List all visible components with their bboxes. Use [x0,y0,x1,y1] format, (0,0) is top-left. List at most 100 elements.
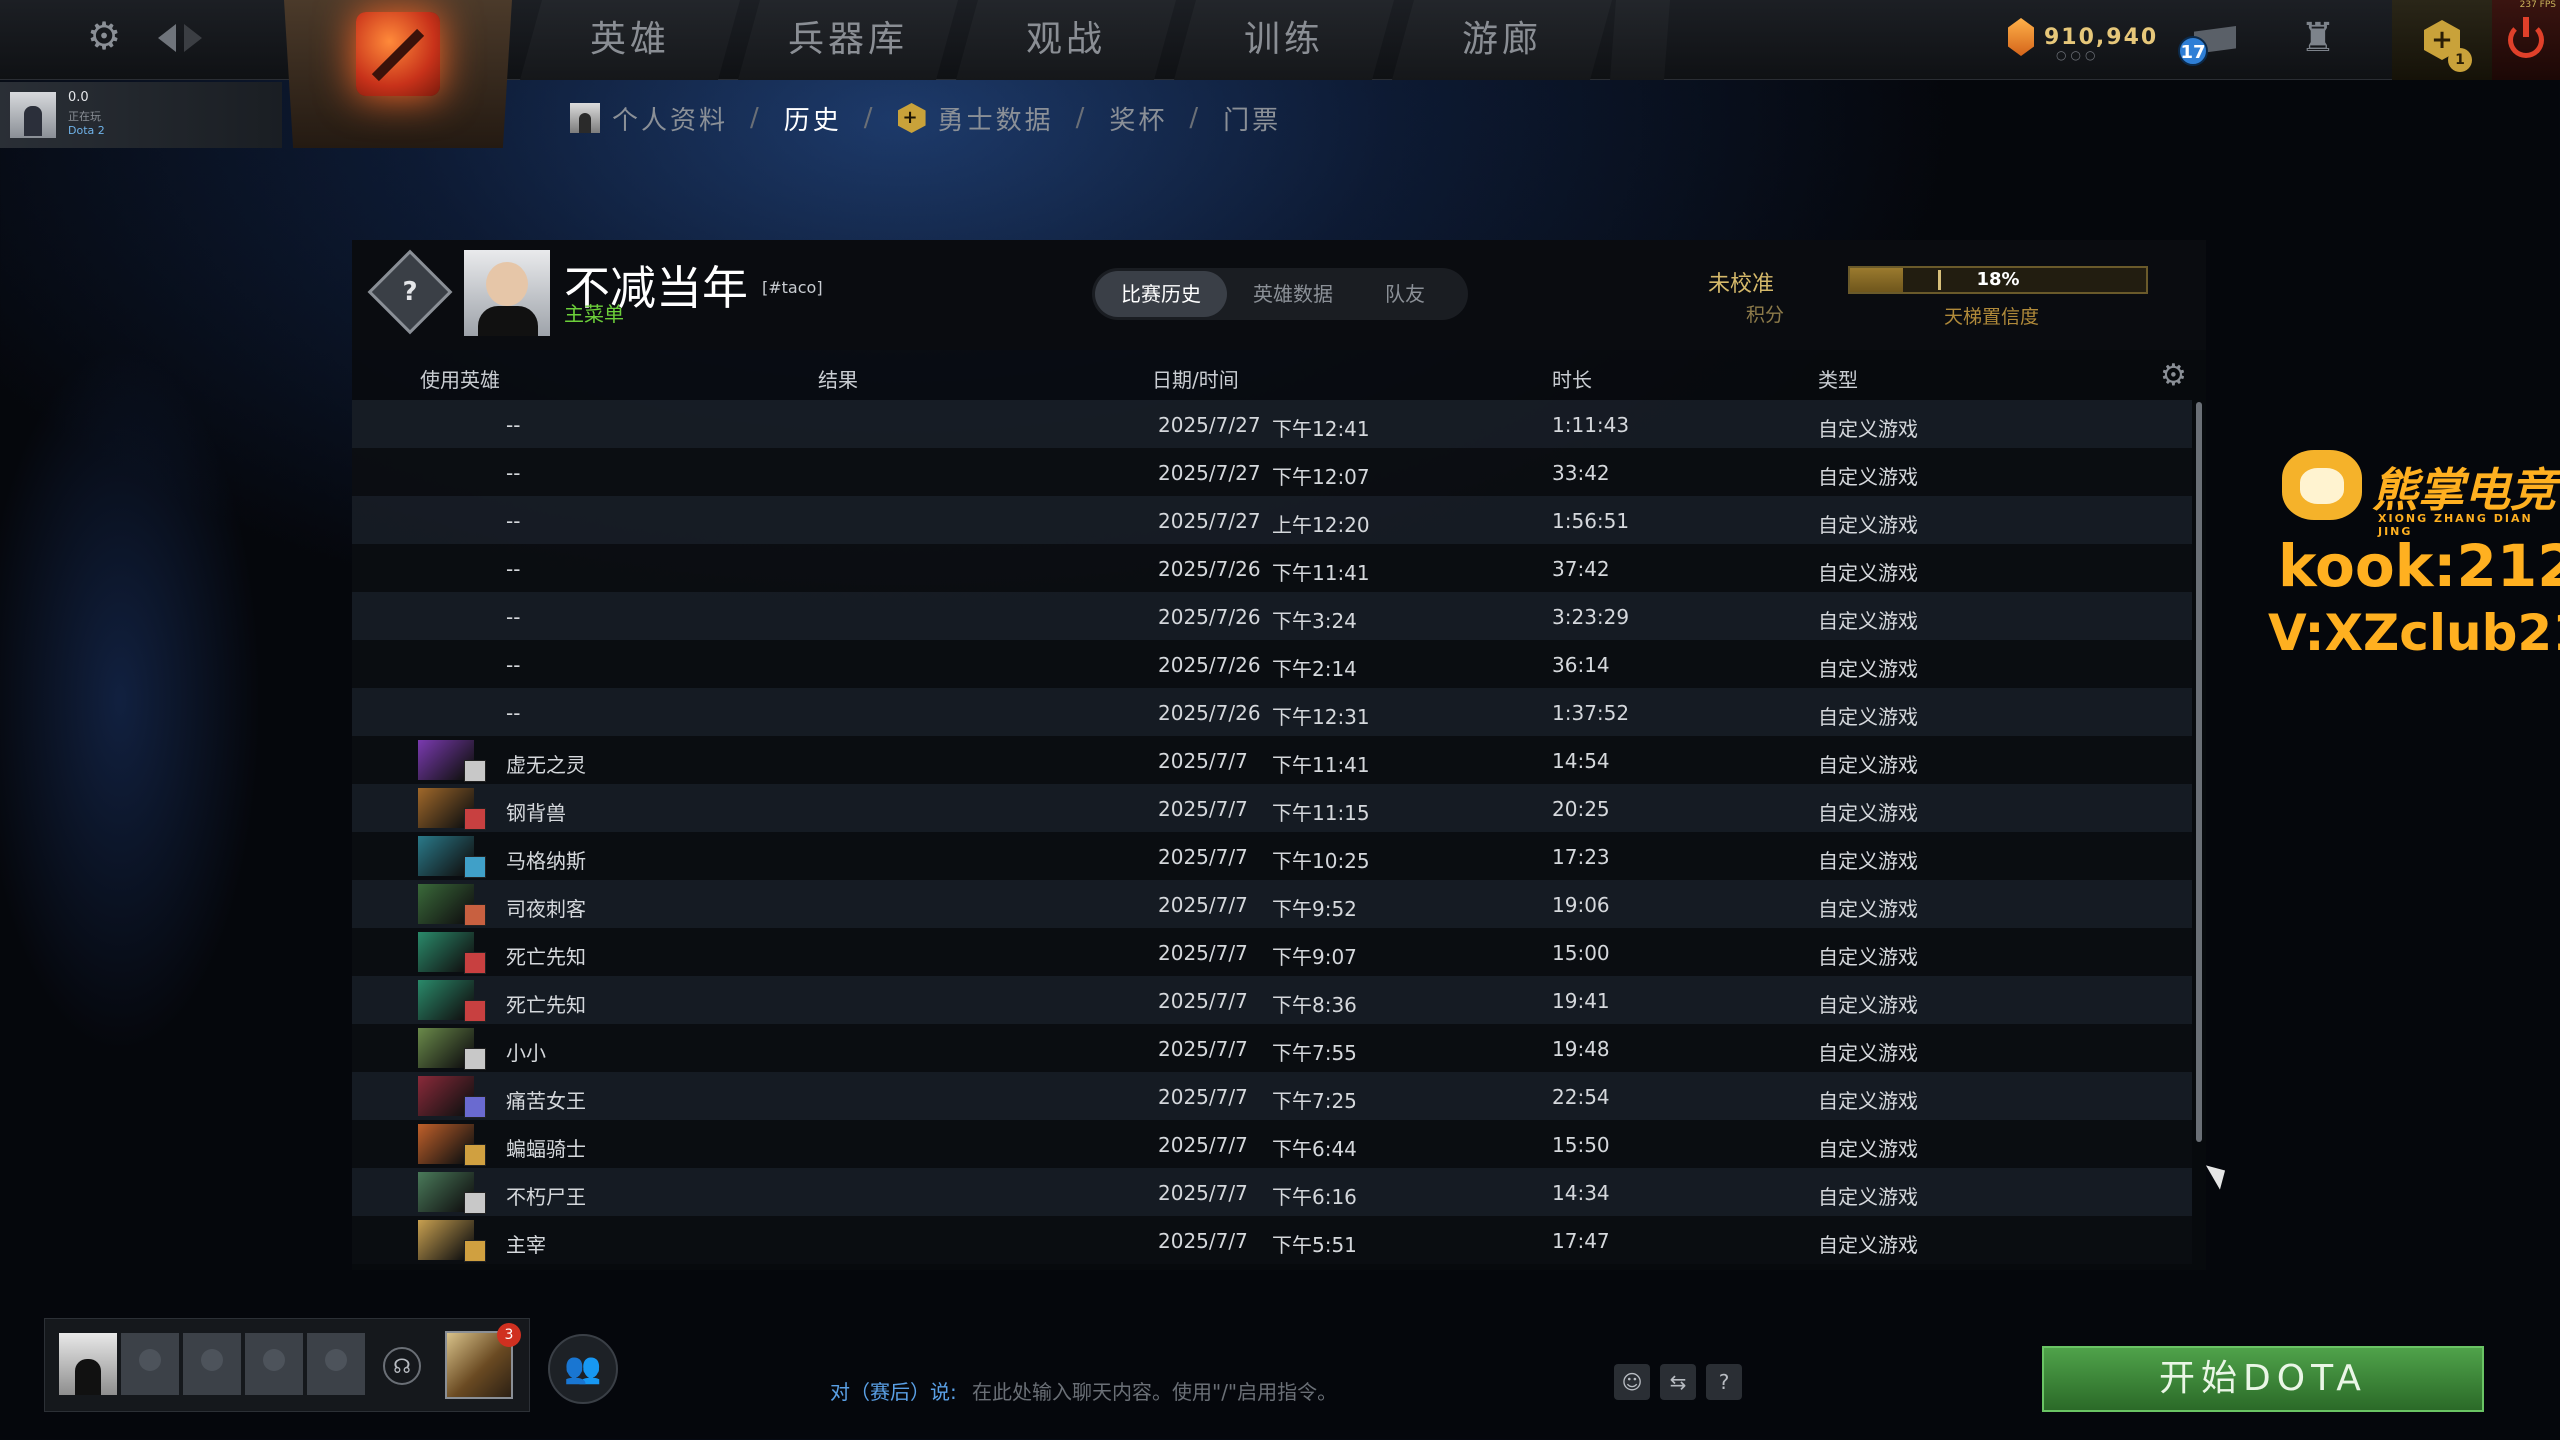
table-row[interactable]: -- 2025/7/26 下午12:31 1:37:52 自定义游戏 [352,688,2192,736]
match-history-panel: ? 不减当年 [#taco] 主菜单 比赛历史 英雄数据 队友 未校准 积分 1… [352,240,2206,1270]
hero-portrait-icon [418,980,486,1022]
chat-channel-label[interactable]: 对（赛后）说: [830,1376,957,1405]
user-panel[interactable]: 0.0 正在玩 Dota 2 [0,82,282,148]
ladder-confidence-value: 18% [1976,269,2020,290]
header-type[interactable]: 类型 [1818,364,1858,393]
party-slot-empty[interactable] [121,1333,179,1395]
emoji-icon[interactable]: ☺ [1614,1364,1650,1400]
nav-tab-learn[interactable]: 训练 [1174,0,1394,80]
header-result[interactable]: 结果 [818,364,858,393]
power-button[interactable] [2492,0,2560,80]
match-time: 下午7:25 [1272,1089,1357,1113]
dota-logo-button[interactable] [284,0,512,148]
hero-role-icon [464,952,486,974]
match-time: 下午10:25 [1272,849,1370,873]
subnav-tickets[interactable]: 门票 [1223,100,1281,137]
shards-counter[interactable]: 910,940 ○○○ [2008,18,2158,62]
table-row[interactable]: -- 2025/7/27 上午12:20 1:56:51 自定义游戏 [352,496,2192,544]
table-row[interactable]: 痛苦女王 2025/7/7 下午7:25 22:54 自定义游戏 [352,1072,2192,1120]
table-row[interactable]: 死亡先知 2025/7/7 下午8:36 19:41 自定义游戏 [352,976,2192,1024]
match-type: 自定义游戏 [1818,1185,1918,1209]
friends-list-icon[interactable]: 👥 [548,1334,618,1404]
nav-tab-heroes[interactable]: 英雄 [520,0,740,80]
dota-plus-button[interactable]: + 1 [2392,0,2492,80]
table-row[interactable]: 马格纳斯 2025/7/7 下午10:25 17:23 自定义游戏 [352,832,2192,880]
empty-slot-icon [201,1349,223,1371]
chat-wheel-icon[interactable]: ⇆ [1660,1364,1696,1400]
tab-teammates[interactable]: 队友 [1359,271,1451,317]
hero-name: 虚无之灵 [506,753,586,777]
scrollbar[interactable] [2196,402,2202,1142]
shard-dots: ○○○ [2056,48,2100,62]
table-row[interactable]: 主宰 2025/7/7 下午5:51 17:47 自定义游戏 [352,1216,2192,1264]
mail-count-badge: 17 [2178,36,2208,66]
settings-gear-icon[interactable]: ⚙ [84,16,124,56]
chat-bar[interactable]: 对（赛后）说: 在此处输入聊天内容。使用"/"启用指令。 [820,1366,1740,1410]
match-duration: 15:00 [1552,941,1610,965]
nav-tab-armory[interactable]: 兵器库 [738,0,958,80]
hero-name: -- [506,605,521,629]
voice-headset-icon[interactable]: ☊ [383,1347,421,1385]
party-slot-empty[interactable] [307,1333,365,1395]
back-arrow-icon[interactable] [158,24,176,52]
hero-role-icon [464,856,486,878]
table-row[interactable]: -- 2025/7/27 下午12:41 1:11:43 自定义游戏 [352,400,2192,448]
nav-tab-watch[interactable]: 观战 [956,0,1176,80]
subnav-profile[interactable]: 个人资料 [570,100,728,137]
table-row[interactable]: 蝙蝠骑士 2025/7/7 下午6:44 15:50 自定义游戏 [352,1120,2192,1168]
table-row[interactable]: -- 2025/7/27 下午12:07 33:42 自定义游戏 [352,448,2192,496]
match-type: 自定义游戏 [1818,993,1918,1017]
subnav-history[interactable]: 历史 [784,100,842,137]
table-row[interactable]: 小小 2025/7/7 下午7:55 19:48 自定义游戏 [352,1024,2192,1072]
inventory-icon[interactable]: ♜ [2296,16,2340,60]
match-time: 下午9:07 [1272,945,1357,969]
forward-arrow-icon[interactable] [184,24,202,52]
table-row[interactable]: 死亡先知 2025/7/7 下午9:07 15:00 自定义游戏 [352,928,2192,976]
chat-input[interactable]: 在此处输入聊天内容。使用"/"启用指令。 [972,1376,1337,1405]
match-date: 2025/7/26 [1158,653,1261,677]
rank-medal-icon[interactable]: ? [367,249,453,335]
match-rows: -- 2025/7/27 下午12:41 1:11:43 自定义游戏 -- 2025/7/2… [352,400,2192,1264]
table-row[interactable]: 不朽尸王 2025/7/7 下午6:16 14:34 自定义游戏 [352,1168,2192,1216]
subnav-trophies[interactable]: 奖杯 [1109,100,1167,137]
start-dota-button[interactable]: 开始DOTA [2042,1346,2484,1412]
match-type: 自定义游戏 [1818,417,1918,441]
match-time: 下午11:15 [1272,801,1370,825]
match-time: 上午12:20 [1272,513,1370,537]
hero-name: 不朽尸王 [506,1185,586,1209]
table-row[interactable]: 虚无之灵 2025/7/7 下午11:41 14:54 自定义游戏 [352,736,2192,784]
help-icon[interactable]: ? [1706,1364,1742,1400]
profile-avatar[interactable] [464,250,550,336]
match-time: 下午12:31 [1272,705,1370,729]
tab-hero-stats[interactable]: 英雄数据 [1227,271,1359,317]
hero-role-icon [464,1096,486,1118]
header-hero[interactable]: 使用英雄 [420,364,500,393]
party-slot-empty[interactable] [183,1333,241,1395]
match-duration: 19:48 [1552,1037,1610,1061]
party-slot-self[interactable] [59,1333,117,1395]
header-duration[interactable]: 时长 [1552,364,1592,393]
user-level: 0.0 [68,90,89,105]
tab-match-history[interactable]: 比赛历史 [1095,271,1227,317]
table-row[interactable]: 司夜刺客 2025/7/7 下午9:52 19:06 自定义游戏 [352,880,2192,928]
table-row[interactable]: -- 2025/7/26 下午2:14 36:14 自定义游戏 [352,640,2192,688]
hero-name: -- [506,701,521,725]
table-row[interactable]: -- 2025/7/26 下午3:24 3:23:29 自定义游戏 [352,592,2192,640]
stream-watermark: 熊掌电竞 XIONG ZHANG DIAN JING kook:212 V:XZ… [2268,440,2560,680]
subnav-plus-stats[interactable]: + 勇士数据 [897,100,1054,137]
mail-button[interactable]: 17 [2176,18,2240,66]
table-settings-gear-icon[interactable]: ⚙ [2160,358,2187,393]
mouse-cursor-icon [2205,1158,2233,1190]
party-slot-empty[interactable] [245,1333,303,1395]
table-header: 使用英雄 结果 日期/时间 时长 类型 ⚙ [352,356,2206,396]
table-row[interactable]: -- 2025/7/26 下午11:41 37:42 自定义游戏 [352,544,2192,592]
featured-item-button[interactable]: 3 [445,1323,521,1399]
header-datetime[interactable]: 日期/时间 [1152,364,1239,393]
match-duration: 19:06 [1552,893,1610,917]
match-time: 下午3:24 [1272,609,1357,633]
match-type: 自定义游戏 [1818,609,1918,633]
nav-tab-arcade[interactable]: 游廊 [1392,0,1612,80]
table-row[interactable]: 钢背兽 2025/7/7 下午11:15 20:25 自定义游戏 [352,784,2192,832]
history-tabs: 比赛历史 英雄数据 队友 [1092,268,1468,320]
empty-slot-icon [139,1349,161,1371]
